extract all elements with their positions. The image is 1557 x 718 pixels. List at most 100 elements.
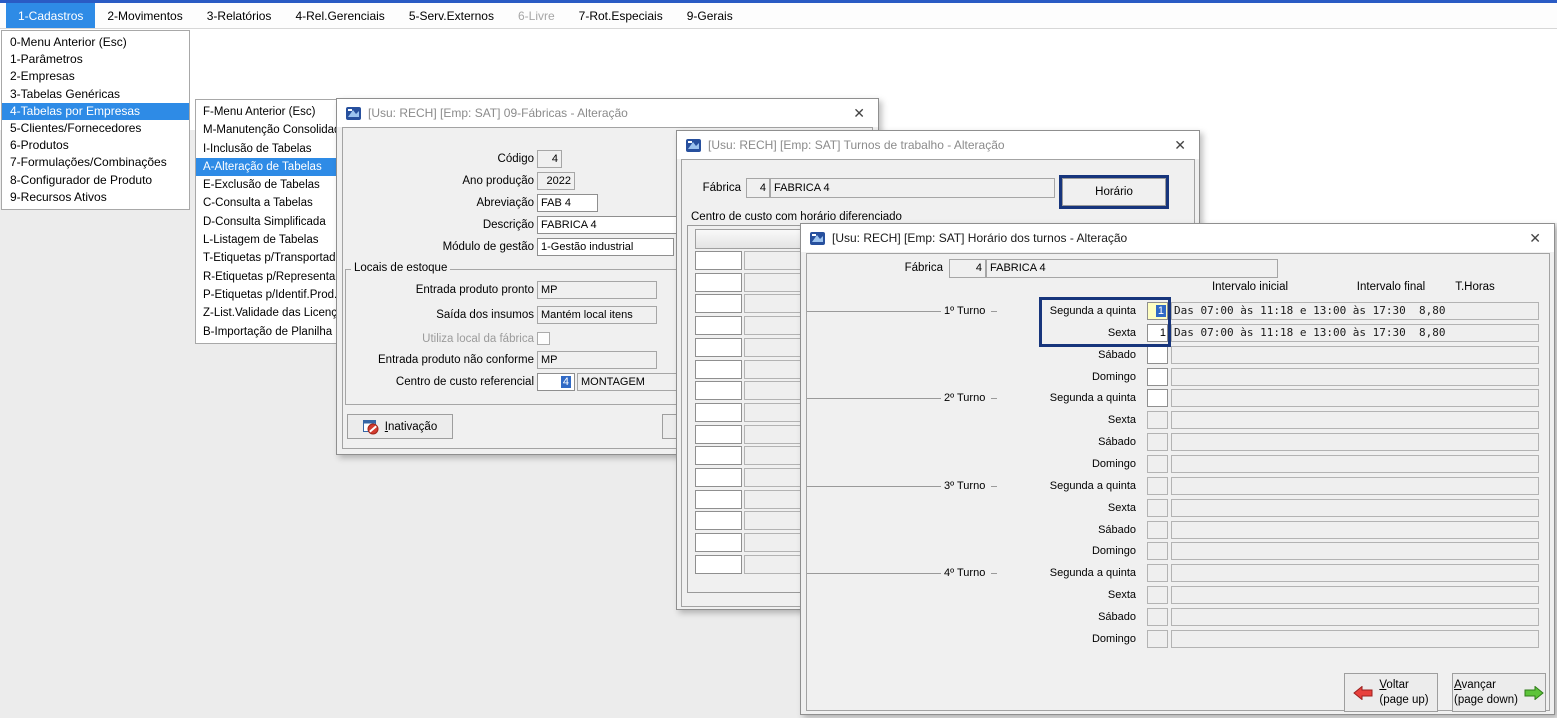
- arrow-left-icon: [1353, 686, 1373, 700]
- avancar-button-label: Avançar(page down): [1454, 678, 1518, 707]
- cc-grid-input-7[interactable]: [695, 403, 742, 422]
- voltar-button[interactable]: Voltar(page up): [1344, 673, 1438, 712]
- sidebar-item-3-tabelas-gen-ricas[interactable]: 3-Tabelas Genéricas: [2, 86, 189, 103]
- turno-value-input-3[interactable]: [1147, 368, 1168, 386]
- turno-value-input-13[interactable]: [1147, 586, 1168, 604]
- turno-value-input-6[interactable]: [1147, 433, 1168, 451]
- turno-value-input-7[interactable]: [1147, 455, 1168, 473]
- sidebar-item-5-clientes-fornecedores[interactable]: 5-Clientes/Fornecedores: [2, 120, 189, 137]
- submenu-item-p-etiquetas-p-identif-prod[interactable]: P-Etiquetas p/Identif.Prod.: [196, 286, 337, 304]
- cc-grid-input-14[interactable]: [695, 555, 742, 574]
- avancar-button[interactable]: Avançar(page down): [1452, 673, 1546, 712]
- turno-value-input-12[interactable]: [1147, 564, 1168, 582]
- sidebar-item-8-configurador-de-produto[interactable]: 8-Configurador de Produto: [2, 172, 189, 189]
- submenu-item-t-etiquetas-p-transportador[interactable]: T-Etiquetas p/Transportador: [196, 249, 337, 267]
- cc-grid-input-3[interactable]: [695, 316, 742, 335]
- descricao-input[interactable]: FABRICA 4: [537, 216, 697, 234]
- turno-value-input-10[interactable]: [1147, 521, 1168, 539]
- turno-group-label: 3º Turno: [944, 477, 985, 495]
- sidebar-item-6-produtos[interactable]: 6-Produtos: [2, 137, 189, 154]
- turno-value-input-11[interactable]: [1147, 542, 1168, 560]
- cc-grid-input-1[interactable]: [695, 273, 742, 292]
- close-icon[interactable]: ✕: [849, 104, 869, 122]
- cc-grid-input-13[interactable]: [695, 533, 742, 552]
- turno-connector-line: [807, 398, 941, 399]
- sidebar-item-4-tabelas-por-empresas[interactable]: 4-Tabelas por Empresas: [2, 103, 189, 120]
- menu-item-7-rot-especiais[interactable]: 7-Rot.Especiais: [567, 3, 675, 28]
- turno-connector-dash: [991, 311, 997, 312]
- turno-row-9: Sexta: [801, 499, 1556, 517]
- day-label-sexta-13: Sexta: [1011, 586, 1136, 604]
- day-label-domingo-3: Domingo: [1011, 368, 1136, 386]
- fabrica-label: Fábrica: [677, 178, 741, 198]
- menu-item-1-cadastros[interactable]: 1-Cadastros: [6, 3, 95, 28]
- utiliza-local-checkbox[interactable]: [537, 332, 550, 345]
- sidebar-item-1-par-metros[interactable]: 1-Parâmetros: [2, 51, 189, 68]
- menu-item-6-livre[interactable]: 6-Livre: [506, 3, 567, 28]
- cc-grid-input-9[interactable]: [695, 446, 742, 465]
- horario-button[interactable]: Horário: [1059, 175, 1169, 209]
- submenu-item-m-manuten-o-consolidada[interactable]: M-Manutenção Consolidada: [196, 121, 337, 139]
- submenu-item-a-altera-o-de-tabelas[interactable]: A-Alteração de Tabelas: [196, 158, 337, 176]
- day-label-domingo-11: Domingo: [1011, 542, 1136, 560]
- turno-value-input-2[interactable]: [1147, 346, 1168, 364]
- close-icon[interactable]: ✕: [1170, 136, 1190, 154]
- column-header-thoras: T.Horas: [1455, 281, 1495, 293]
- inativacao-button[interactable]: Inativação: [347, 414, 453, 439]
- cc-grid-input-11[interactable]: [695, 490, 742, 509]
- turno-value-input-14[interactable]: [1147, 608, 1168, 626]
- turno-schedule-field-14: [1171, 608, 1539, 626]
- cc-grid-input-5[interactable]: [695, 360, 742, 379]
- submenu-item-r-etiquetas-p-representante[interactable]: R-Etiquetas p/Representante: [196, 268, 337, 286]
- codigo-label: Código: [341, 150, 534, 168]
- menu-item-2-movimentos[interactable]: 2-Movimentos: [95, 3, 194, 28]
- turno-value-input-15[interactable]: [1147, 630, 1168, 648]
- submenu-item-z-list-validade-das-licen-as[interactable]: Z-List.Validade das Licenças: [196, 304, 337, 322]
- submenu-item-i-inclus-o-de-tabelas[interactable]: I-Inclusão de Tabelas: [196, 140, 337, 158]
- cc-grid-input-10[interactable]: [695, 468, 742, 487]
- cc-grid-input-4[interactable]: [695, 338, 742, 357]
- close-icon[interactable]: ✕: [1525, 229, 1545, 247]
- menu-item-5-serv-externos[interactable]: 5-Serv.Externos: [397, 3, 506, 28]
- turno-value-input-4[interactable]: [1147, 389, 1168, 407]
- modulo-gestao-select[interactable]: 1-Gestão industrial: [537, 238, 674, 256]
- cc-grid-input-8[interactable]: [695, 425, 742, 444]
- submenu-item-l-listagem-de-tabelas[interactable]: L-Listagem de Tabelas: [196, 231, 337, 249]
- submenu-item-c-consulta-a-tabelas[interactable]: C-Consulta a Tabelas: [196, 194, 337, 212]
- menu-item-3-relat-rios[interactable]: 3-Relatórios: [195, 3, 284, 28]
- sidebar-item-7-formula-es-combina-es[interactable]: 7-Formulações/Combinações: [2, 154, 189, 171]
- turno-schedule-field-1: Das 07:00 às 11:18 e 13:00 às 17:30 8,80: [1171, 324, 1539, 342]
- menu-item-9-gerais[interactable]: 9-Gerais: [675, 3, 745, 28]
- ano-producao-field: 2022: [537, 172, 575, 190]
- inactivate-icon: [363, 419, 379, 435]
- cc-grid-input-6[interactable]: [695, 381, 742, 400]
- turno-value-input-0[interactable]: 1: [1147, 302, 1168, 320]
- submenu-item-f-menu-anterior-esc[interactable]: F-Menu Anterior (Esc): [196, 103, 337, 121]
- dialog-turnos-titlebar: [Usu: RECH] [Emp: SAT] Turnos de trabalh…: [677, 131, 1199, 159]
- cc-grid-input-2[interactable]: [695, 294, 742, 313]
- turno-value-input-1[interactable]: 1: [1147, 324, 1168, 342]
- abreviacao-input[interactable]: FAB 4: [537, 194, 598, 212]
- cc-grid-input-12[interactable]: [695, 511, 742, 530]
- sidebar-item-0-menu-anterior-esc[interactable]: 0-Menu Anterior (Esc): [2, 34, 189, 51]
- sidebar-item-2-empresas[interactable]: 2-Empresas: [2, 68, 189, 85]
- turno-value-input-5[interactable]: [1147, 411, 1168, 429]
- turno-connector-line: [807, 486, 941, 487]
- turno-value-input-9[interactable]: [1147, 499, 1168, 517]
- turno-value-input-8[interactable]: [1147, 477, 1168, 495]
- sidebar-item-9-recursos-ativos[interactable]: 9-Recursos Ativos: [2, 189, 189, 206]
- cc-grid-caption: Centro de custo com horário diferenciado: [691, 211, 902, 223]
- app-icon: [686, 138, 701, 153]
- turno-row-14: Sábado: [801, 608, 1556, 626]
- turno-row-2: Sábado: [801, 346, 1556, 364]
- cc-grid-input-0[interactable]: [695, 251, 742, 270]
- submenu-item-d-consulta-simplificada[interactable]: D-Consulta Simplificada: [196, 213, 337, 231]
- menu-item-4-rel-gerenciais[interactable]: 4-Rel.Gerenciais: [283, 3, 396, 28]
- turno-row-5: Sexta: [801, 411, 1556, 429]
- submenu-item-b-importa-o-de-planilha[interactable]: B-Importação de Planilha: [196, 323, 337, 341]
- tabelas-submenu-panel: F-Menu Anterior (Esc)M-Manutenção Consol…: [195, 99, 338, 344]
- app-icon: [810, 231, 825, 246]
- turno-schedule-field-5: [1171, 411, 1539, 429]
- submenu-item-e-exclus-o-de-tabelas[interactable]: E-Exclusão de Tabelas: [196, 176, 337, 194]
- centro-custo-input[interactable]: 4: [537, 373, 575, 391]
